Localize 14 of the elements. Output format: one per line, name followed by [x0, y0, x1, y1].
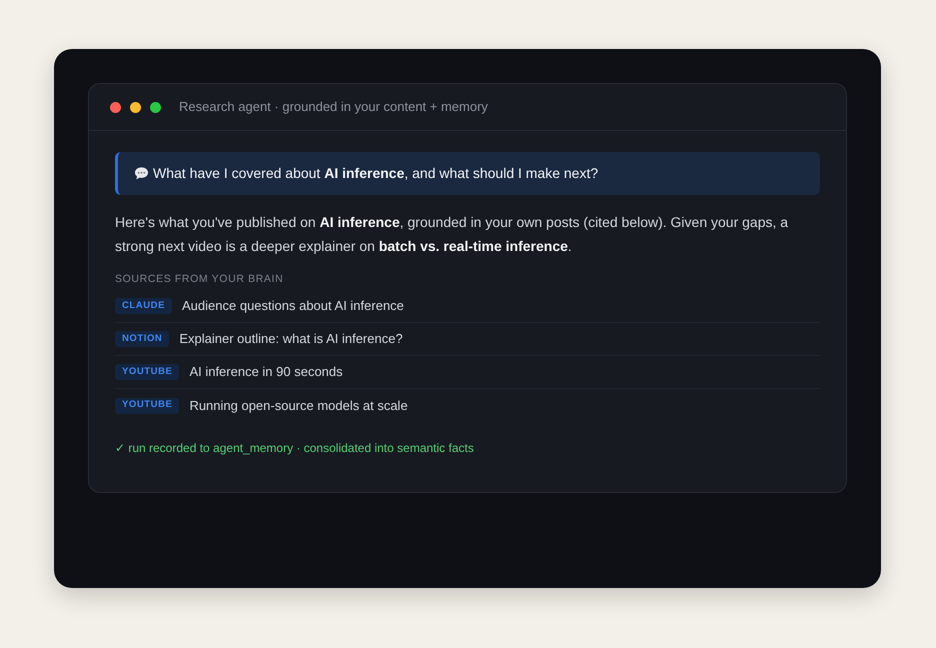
sources-heading: SOURCES FROM YOUR BRAIN: [115, 272, 284, 286]
source-title[interactable]: Running open-source models at scale: [189, 396, 408, 416]
answer-paragraph: Here's what you've published on AI inference, grounded in your own posts (cited below). Given your gaps, a strong next video is a deeper explainer on batch vs. real-time inference.: [115, 213, 790, 256]
source-title[interactable]: AI inference in 90 seconds: [189, 362, 343, 382]
source-title[interactable]: Explainer outline: what is AI inference?: [179, 329, 403, 349]
source-badge: YOUTUBE: [115, 364, 180, 380]
question-text: What have I covered about AI inference, and what should I make next?: [153, 164, 598, 183]
source-badge: YOUTUBE: [115, 398, 180, 414]
status-message: ✓ run recorded to agent_memory · consolidated into semantic facts: [115, 440, 475, 457]
source-badge: CLAUDE: [115, 298, 172, 314]
source-title[interactable]: Audience questions about AI inference: [182, 296, 404, 316]
window-title: Research agent · grounded in your content + memory: [179, 98, 488, 116]
source-badge: NOTION: [115, 331, 170, 347]
speech-bubble-icon: [134, 166, 149, 181]
